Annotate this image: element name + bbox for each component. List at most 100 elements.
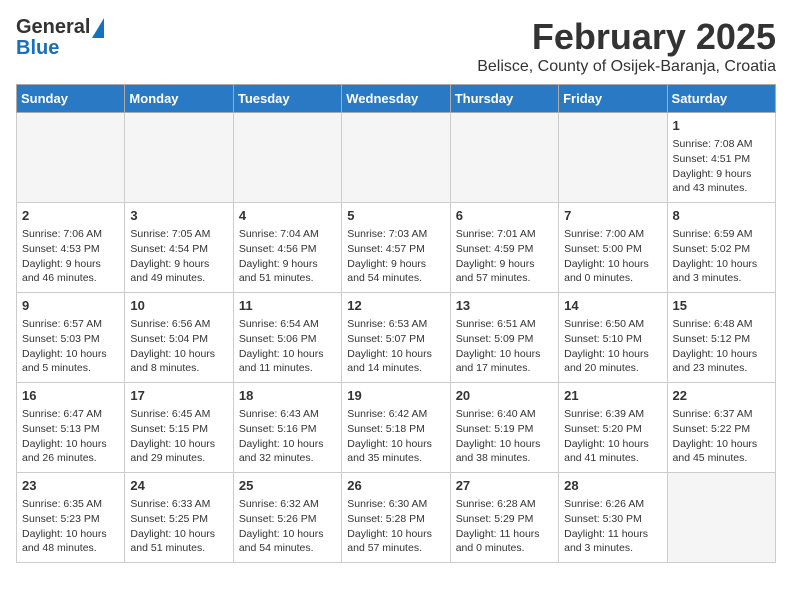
- calendar-cell: 26 Sunrise: 6:30 AM Sunset: 5:28 PM Dayli…: [342, 473, 450, 563]
- calendar-cell: 21 Sunrise: 6:39 AM Sunset: 5:20 PM Dayli…: [559, 383, 667, 473]
- calendar-cell: 20Sunrise: 6:40 AM Sunset: 5:19 PM Dayli…: [450, 383, 558, 473]
- logo: General Blue: [16, 16, 104, 60]
- calendar-cell: 10 Sunrise: 6:56 AM Sunset: 5:04 PM Dayli…: [125, 293, 233, 383]
- day-info: Sunrise: 6:57 AM Sunset: 5:03 PM Dayligh…: [22, 317, 119, 376]
- day-number: 14: [564, 297, 661, 315]
- day-number: 22: [673, 387, 770, 405]
- day-number: 23: [22, 477, 119, 495]
- calendar-cell: 16 Sunrise: 6:47 AM Sunset: 5:13 PM Dayli…: [17, 383, 125, 473]
- day-number: 4: [239, 207, 336, 225]
- calendar-cell: 1 Sunrise: 7:08 AM Sunset: 4:51 PM Daylig…: [667, 113, 775, 203]
- day-number: 21: [564, 387, 661, 405]
- day-number: 16: [22, 387, 119, 405]
- calendar-cell: [342, 113, 450, 203]
- day-info: Sunrise: 6:51 AM Sunset: 5:09 PM Dayligh…: [456, 317, 553, 376]
- calendar-week-row: 16 Sunrise: 6:47 AM Sunset: 5:13 PM Dayli…: [17, 383, 776, 473]
- calendar-cell: 25 Sunrise: 6:32 AM Sunset: 5:26 PM Dayli…: [233, 473, 341, 563]
- day-info: Sunrise: 7:04 AM Sunset: 4:56 PM Dayligh…: [239, 227, 336, 286]
- calendar-week-row: 9 Sunrise: 6:57 AM Sunset: 5:03 PM Daylig…: [17, 293, 776, 383]
- day-number: 19: [347, 387, 444, 405]
- day-number: 24: [130, 477, 227, 495]
- day-number: 27: [456, 477, 553, 495]
- calendar-cell: 14 Sunrise: 6:50 AM Sunset: 5:10 PM Dayli…: [559, 293, 667, 383]
- day-info: Sunrise: 6:48 AM Sunset: 5:12 PM Dayligh…: [673, 317, 770, 376]
- weekday-header: Sunday: [17, 85, 125, 113]
- day-info: Sunrise: 7:06 AM Sunset: 4:53 PM Dayligh…: [22, 227, 119, 286]
- day-info: Sunrise: 6:32 AM Sunset: 5:26 PM Dayligh…: [239, 497, 336, 556]
- calendar-header-row: SundayMondayTuesdayWednesdayThursdayFrid…: [17, 85, 776, 113]
- day-number: 25: [239, 477, 336, 495]
- day-info: Sunrise: 6:30 AM Sunset: 5:28 PM Dayligh…: [347, 497, 444, 556]
- calendar-week-row: 1 Sunrise: 7:08 AM Sunset: 4:51 PM Daylig…: [17, 113, 776, 203]
- day-number: 3: [130, 207, 227, 225]
- day-info: Sunrise: 7:00 AM Sunset: 5:00 PM Dayligh…: [564, 227, 661, 286]
- logo-triangle-icon: [92, 18, 104, 38]
- calendar-cell: 23 Sunrise: 6:35 AM Sunset: 5:23 PM Dayli…: [17, 473, 125, 563]
- calendar-week-row: 23 Sunrise: 6:35 AM Sunset: 5:23 PM Dayli…: [17, 473, 776, 563]
- day-info: Sunrise: 6:47 AM Sunset: 5:13 PM Dayligh…: [22, 407, 119, 466]
- calendar-cell: 2 Sunrise: 7:06 AM Sunset: 4:53 PM Daylig…: [17, 203, 125, 293]
- calendar-cell: [17, 113, 125, 203]
- day-info: Sunrise: 6:53 AM Sunset: 5:07 PM Dayligh…: [347, 317, 444, 376]
- logo-general-text: General: [16, 16, 90, 39]
- calendar-cell: 12 Sunrise: 6:53 AM Sunset: 5:07 PM Dayli…: [342, 293, 450, 383]
- day-number: 2: [22, 207, 119, 225]
- weekday-header: Wednesday: [342, 85, 450, 113]
- calendar-cell: 19 Sunrise: 6:42 AM Sunset: 5:18 PM Dayli…: [342, 383, 450, 473]
- day-number: 18: [239, 387, 336, 405]
- weekday-header: Monday: [125, 85, 233, 113]
- calendar-title: February 2025: [477, 16, 776, 58]
- weekday-header: Friday: [559, 85, 667, 113]
- calendar-cell: 11 Sunrise: 6:54 AM Sunset: 5:06 PM Dayli…: [233, 293, 341, 383]
- calendar-cell: [125, 113, 233, 203]
- day-number: 10: [130, 297, 227, 315]
- calendar-cell: 15Sunrise: 6:48 AM Sunset: 5:12 PM Dayli…: [667, 293, 775, 383]
- day-number: 1: [673, 117, 770, 135]
- calendar-cell: [233, 113, 341, 203]
- day-info: Sunrise: 6:56 AM Sunset: 5:04 PM Dayligh…: [130, 317, 227, 376]
- day-number: 13: [456, 297, 553, 315]
- day-info: Sunrise: 7:05 AM Sunset: 4:54 PM Dayligh…: [130, 227, 227, 286]
- calendar-cell: [667, 473, 775, 563]
- day-info: Sunrise: 6:40 AM Sunset: 5:19 PM Dayligh…: [456, 407, 553, 466]
- calendar-cell: 13 Sunrise: 6:51 AM Sunset: 5:09 PM Dayli…: [450, 293, 558, 383]
- day-info: Sunrise: 6:35 AM Sunset: 5:23 PM Dayligh…: [22, 497, 119, 556]
- weekday-header: Tuesday: [233, 85, 341, 113]
- day-number: 9: [22, 297, 119, 315]
- day-number: 5: [347, 207, 444, 225]
- weekday-header: Thursday: [450, 85, 558, 113]
- calendar-cell: 28Sunrise: 6:26 AM Sunset: 5:30 PM Dayli…: [559, 473, 667, 563]
- calendar-cell: 4 Sunrise: 7:04 AM Sunset: 4:56 PM Daylig…: [233, 203, 341, 293]
- calendar-cell: 5 Sunrise: 7:03 AM Sunset: 4:57 PM Daylig…: [342, 203, 450, 293]
- day-info: Sunrise: 6:37 AM Sunset: 5:22 PM Dayligh…: [673, 407, 770, 466]
- day-info: Sunrise: 6:59 AM Sunset: 5:02 PM Dayligh…: [673, 227, 770, 286]
- day-info: Sunrise: 6:42 AM Sunset: 5:18 PM Dayligh…: [347, 407, 444, 466]
- day-info: Sunrise: 6:50 AM Sunset: 5:10 PM Dayligh…: [564, 317, 661, 376]
- day-info: Sunrise: 6:45 AM Sunset: 5:15 PM Dayligh…: [130, 407, 227, 466]
- calendar-table: SundayMondayTuesdayWednesdayThursdayFrid…: [16, 84, 776, 563]
- day-info: Sunrise: 7:03 AM Sunset: 4:57 PM Dayligh…: [347, 227, 444, 286]
- day-number: 26: [347, 477, 444, 495]
- day-number: 17: [130, 387, 227, 405]
- day-number: 11: [239, 297, 336, 315]
- calendar-cell: [450, 113, 558, 203]
- day-number: 28: [564, 477, 661, 495]
- logo-blue-text: Blue: [16, 37, 59, 60]
- day-info: Sunrise: 6:39 AM Sunset: 5:20 PM Dayligh…: [564, 407, 661, 466]
- day-info: Sunrise: 7:08 AM Sunset: 4:51 PM Dayligh…: [673, 137, 770, 196]
- page-header: General Blue February 2025 Belisce, Coun…: [16, 16, 776, 76]
- calendar-cell: [559, 113, 667, 203]
- calendar-cell: 18Sunrise: 6:43 AM Sunset: 5:16 PM Dayli…: [233, 383, 341, 473]
- day-number: 12: [347, 297, 444, 315]
- day-info: Sunrise: 6:33 AM Sunset: 5:25 PM Dayligh…: [130, 497, 227, 556]
- calendar-cell: 3 Sunrise: 7:05 AM Sunset: 4:54 PM Daylig…: [125, 203, 233, 293]
- calendar-cell: 17 Sunrise: 6:45 AM Sunset: 5:15 PM Dayli…: [125, 383, 233, 473]
- day-info: Sunrise: 7:01 AM Sunset: 4:59 PM Dayligh…: [456, 227, 553, 286]
- calendar-cell: 6Sunrise: 7:01 AM Sunset: 4:59 PM Daylig…: [450, 203, 558, 293]
- calendar-cell: 22 Sunrise: 6:37 AM Sunset: 5:22 PM Dayli…: [667, 383, 775, 473]
- weekday-header: Saturday: [667, 85, 775, 113]
- calendar-cell: 9 Sunrise: 6:57 AM Sunset: 5:03 PM Daylig…: [17, 293, 125, 383]
- calendar-subtitle: Belisce, County of Osijek-Baranja, Croat…: [477, 58, 776, 76]
- day-info: Sunrise: 6:54 AM Sunset: 5:06 PM Dayligh…: [239, 317, 336, 376]
- calendar-cell: 24 Sunrise: 6:33 AM Sunset: 5:25 PM Dayli…: [125, 473, 233, 563]
